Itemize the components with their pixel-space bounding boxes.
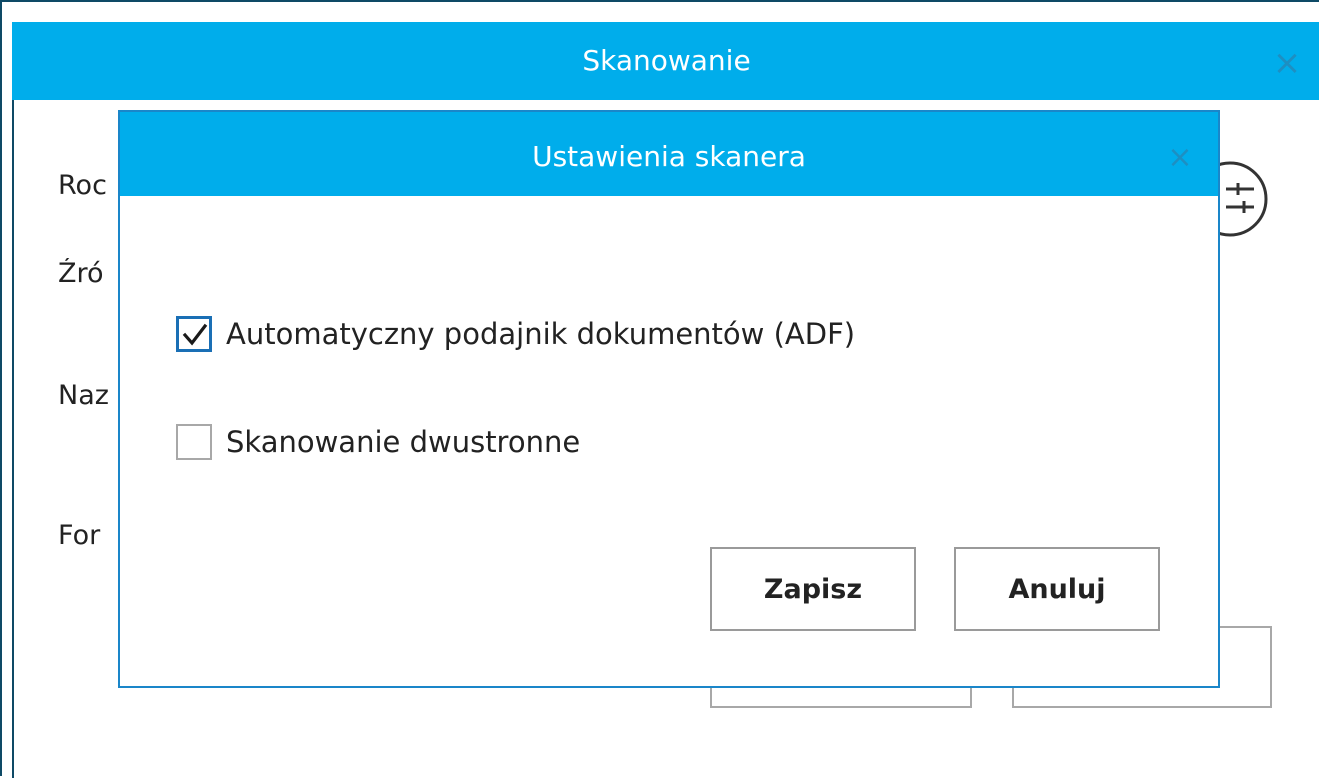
option-adf[interactable]: Automatyczny podajnik dokumentów (ADF): [176, 313, 855, 355]
dialog-close-icon[interactable]: ×: [1160, 112, 1200, 196]
scanner-settings-dialog: Ustawienia skanera × Automatyczny podajn…: [118, 110, 1220, 688]
background-label-name: Naz: [58, 380, 109, 411]
checkmark-icon: [182, 323, 208, 346]
save-button[interactable]: Zapisz: [710, 547, 916, 631]
duplex-label: Skanowanie dwustronne: [226, 425, 581, 459]
background-label-type: Roc: [58, 170, 107, 201]
duplex-checkbox[interactable]: [176, 424, 212, 460]
adf-label: Automatyczny podajnik dokumentów (ADF): [226, 317, 856, 351]
scanner-settings-title: Ustawienia skanera: [532, 140, 806, 173]
scanning-window-title: Skanowanie: [582, 44, 751, 77]
background-label-source: Źró: [58, 258, 104, 289]
background-label-format: For: [58, 520, 101, 551]
option-duplex[interactable]: Skanowanie dwustronne: [176, 421, 580, 463]
scanning-window-close-icon[interactable]: ×: [1267, 22, 1307, 100]
adf-checkbox[interactable]: [176, 316, 212, 352]
scanning-window-titlebar: Skanowanie ×: [12, 22, 1319, 100]
settings-icon[interactable]: [1214, 157, 1268, 241]
scanner-settings-titlebar: Ustawienia skanera ×: [120, 112, 1218, 196]
cancel-button[interactable]: Anuluj: [954, 547, 1160, 631]
